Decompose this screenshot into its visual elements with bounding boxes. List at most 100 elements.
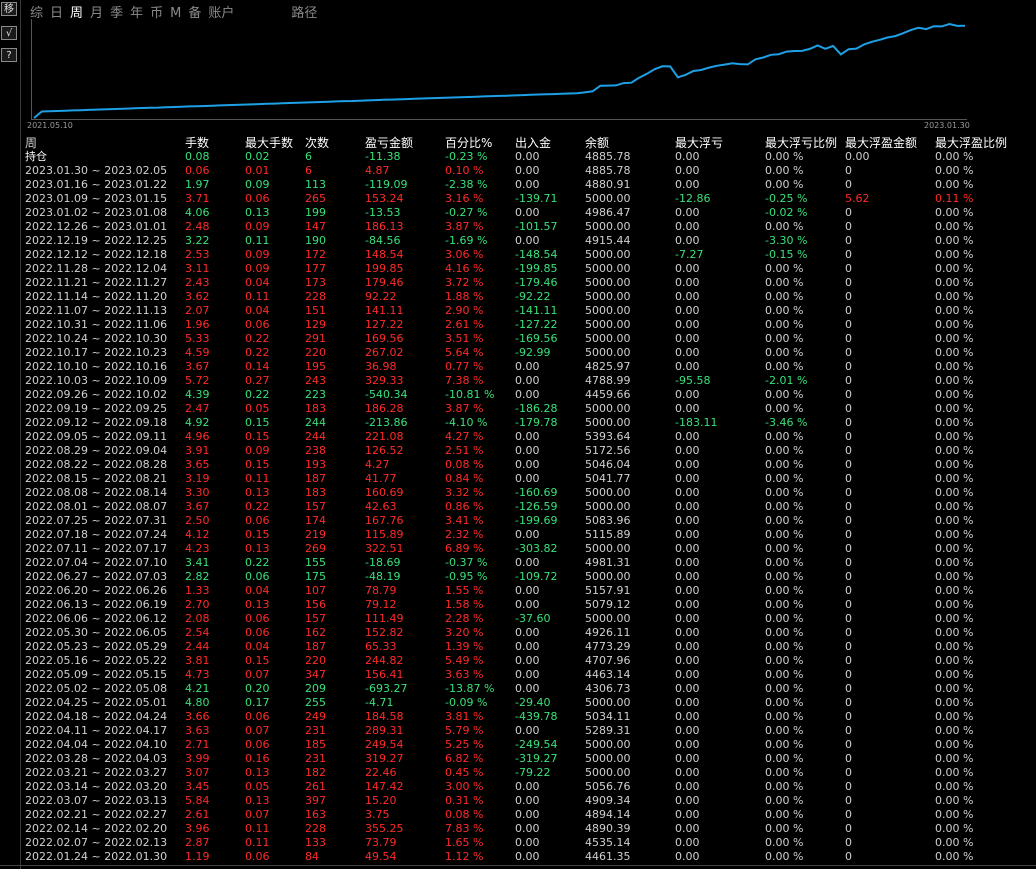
table-cell: 0.00: [515, 598, 540, 611]
table-cell: 2.90 %: [445, 304, 484, 317]
tab-6[interactable]: 币: [150, 2, 163, 21]
tab-10[interactable]: 路径: [291, 2, 317, 21]
tab-2[interactable]: 周: [70, 2, 83, 21]
table-cell: 172: [305, 248, 326, 261]
table-row[interactable]: 2023.01.09 ~ 2023.01.15 3.71 0.06 265 153.24…: [0, 192, 1036, 206]
table-row[interactable]: 2022.11.28 ~ 2022.12.04 3.11 0.09 177 199.85…: [0, 262, 1036, 276]
table-row[interactable]: 2022.11.07 ~ 2022.11.13 2.07 0.04 151 141.11…: [0, 304, 1036, 318]
tab-9[interactable]: 账户: [208, 2, 234, 21]
table-row[interactable]: 2022.11.14 ~ 2022.11.20 3.62 0.11 228 92.22 1…: [0, 290, 1036, 304]
table-cell: 0: [845, 612, 852, 625]
table-row[interactable]: 2022.03.28 ~ 2022.04.03 3.99 0.16 231 319.27…: [0, 752, 1036, 766]
table-row[interactable]: 2022.03.21 ~ 2022.03.27 3.07 0.13 182 22.46 0…: [0, 766, 1036, 780]
tab-7[interactable]: M: [170, 6, 181, 21]
table-cell: -439.78: [515, 710, 558, 723]
table-cell: 5000.00: [585, 290, 631, 303]
table-cell: 0.00 %: [935, 346, 974, 359]
table-row[interactable]: 2022.10.03 ~ 2022.10.09 5.72 0.27 243 329.33…: [0, 374, 1036, 388]
tab-3[interactable]: 月: [90, 2, 103, 21]
table-row[interactable]: 2022.04.25 ~ 2022.05.01 4.80 0.17 255 -4.71 -…: [0, 696, 1036, 710]
holding-cell: 持仓: [25, 150, 47, 163]
table-cell: 0: [845, 836, 852, 849]
tab-5[interactable]: 年: [130, 2, 143, 21]
table-row[interactable]: 2022.06.27 ~ 2022.07.03 2.82 0.06 175 -48.19…: [0, 570, 1036, 584]
check-button[interactable]: √: [1, 26, 17, 40]
move-button[interactable]: 移: [1, 2, 17, 16]
table-cell: 0.00 %: [935, 850, 974, 863]
table-cell: 4.39: [185, 388, 210, 401]
table-row[interactable]: 2022.08.22 ~ 2022.08.28 3.65 0.15 193 4.27 0.…: [0, 458, 1036, 472]
table-row[interactable]: 2022.10.10 ~ 2022.10.16 3.67 0.14 195 36.98 0…: [0, 360, 1036, 374]
table-cell: 36.98: [365, 360, 397, 373]
table-row[interactable]: 2022.07.11 ~ 2022.07.17 4.23 0.13 269 322.51…: [0, 542, 1036, 556]
table-row[interactable]: 2022.01.24 ~ 2022.01.30 1.19 0.06 84 49.54 1.…: [0, 850, 1036, 864]
table-row[interactable]: 2022.12.12 ~ 2022.12.18 2.53 0.09 172 148.54…: [0, 248, 1036, 262]
table-row[interactable]: 2022.07.18 ~ 2022.07.24 4.12 0.15 219 115.89…: [0, 528, 1036, 542]
table-row[interactable]: 2022.05.09 ~ 2022.05.15 4.73 0.07 347 156.41…: [0, 668, 1036, 682]
table-row[interactable]: 2022.05.02 ~ 2022.05.08 4.21 0.20 209 -693.2…: [0, 682, 1036, 696]
table-row[interactable]: 2022.07.25 ~ 2022.07.31 2.50 0.06 174 167.76…: [0, 514, 1036, 528]
table-cell: 0.06: [245, 612, 270, 625]
table-row[interactable]: 2022.04.04 ~ 2022.04.10 2.71 0.06 185 249.54…: [0, 738, 1036, 752]
table-cell: 3.87 %: [445, 402, 484, 415]
table-cell: -0.02 %: [765, 206, 808, 219]
table-row[interactable]: 2022.04.11 ~ 2022.04.17 3.63 0.07 231 289.31…: [0, 724, 1036, 738]
equity-curve-chart: [31, 20, 968, 120]
table-row[interactable]: 2022.08.01 ~ 2022.08.07 3.67 0.22 157 42.63 0…: [0, 500, 1036, 514]
table-row[interactable]: 2022.09.26 ~ 2022.10.02 4.39 0.22 223 -540.3…: [0, 388, 1036, 402]
table-row[interactable]: 2022.02.14 ~ 2022.02.20 3.96 0.11 228 355.25…: [0, 822, 1036, 836]
table-row[interactable]: 2023.01.02 ~ 2023.01.08 4.06 0.13 199 -13.53…: [0, 206, 1036, 220]
table-row[interactable]: 2022.06.20 ~ 2022.06.26 1.33 0.04 107 78.79 1…: [0, 584, 1036, 598]
table-row[interactable]: 2022.12.19 ~ 2022.12.25 3.22 0.11 190 -84.56…: [0, 234, 1036, 248]
table-cell: 0.00 %: [935, 626, 974, 639]
table-cell: 0.13: [245, 766, 270, 779]
table-row[interactable]: 2022.04.18 ~ 2022.04.24 3.66 0.06 249 184.58…: [0, 710, 1036, 724]
holding-row[interactable]: 持仓 0.08 0.02 6 -11.38 -0.23 % 0.00 4885.78 0.00 0…: [0, 150, 1036, 164]
table-cell: 1.65 %: [445, 836, 484, 849]
table-row[interactable]: 2022.09.05 ~ 2022.09.11 4.96 0.15 244 221.08…: [0, 430, 1036, 444]
table-cell: 183: [305, 486, 326, 499]
table-row[interactable]: 2022.09.19 ~ 2022.09.25 2.47 0.05 183 186.28…: [0, 402, 1036, 416]
table-row[interactable]: 2022.10.31 ~ 2022.11.06 1.96 0.06 129 127.22…: [0, 318, 1036, 332]
table-cell: 0: [845, 766, 852, 779]
table-row[interactable]: 2022.11.21 ~ 2022.11.27 2.43 0.04 173 179.46…: [0, 276, 1036, 290]
table-cell: 4.92: [185, 416, 210, 429]
table-row[interactable]: 2022.03.07 ~ 2022.03.13 5.84 0.13 397 15.20 0…: [0, 794, 1036, 808]
table-row[interactable]: 2022.06.13 ~ 2022.06.19 2.70 0.13 156 79.12 1…: [0, 598, 1036, 612]
table-row[interactable]: 2022.12.26 ~ 2023.01.01 2.48 0.09 147 186.13…: [0, 220, 1036, 234]
table-row[interactable]: 2023.01.16 ~ 2023.01.22 1.97 0.09 113 -119.0…: [0, 178, 1036, 192]
table-row[interactable]: 2023.01.30 ~ 2023.02.05 0.06 0.01 6 4.87 0.10…: [0, 164, 1036, 178]
table-row[interactable]: 2022.09.12 ~ 2022.09.18 4.92 0.15 244 -213.8…: [0, 416, 1036, 430]
table-row[interactable]: 2022.06.06 ~ 2022.06.12 2.08 0.06 157 111.49…: [0, 612, 1036, 626]
table-cell: 0.16: [245, 752, 270, 765]
table-cell: 5000.00: [585, 304, 631, 317]
table-row[interactable]: 2022.08.15 ~ 2022.08.21 3.19 0.11 187 41.77 0…: [0, 472, 1036, 486]
table-cell: 113: [305, 178, 326, 191]
table-cell: 1.39 %: [445, 640, 484, 653]
table-row[interactable]: 2022.05.16 ~ 2022.05.22 3.81 0.15 220 244.82…: [0, 654, 1036, 668]
table-row[interactable]: 2022.10.17 ~ 2022.10.23 4.59 0.22 220 267.02…: [0, 346, 1036, 360]
table-cell: 0.00 %: [935, 430, 974, 443]
tab-0[interactable]: 综: [30, 2, 43, 21]
table-row[interactable]: 2022.08.29 ~ 2022.09.04 3.91 0.09 238 126.52…: [0, 444, 1036, 458]
table-cell: 0: [845, 164, 852, 177]
tab-1[interactable]: 日: [50, 2, 63, 21]
tab-8[interactable]: 备: [188, 2, 201, 21]
table-cell: 2.32 %: [445, 528, 484, 541]
table-row[interactable]: 2022.10.24 ~ 2022.10.30 5.33 0.22 291 169.56…: [0, 332, 1036, 346]
table-row[interactable]: 2022.08.08 ~ 2022.08.14 3.30 0.13 183 160.69…: [0, 486, 1036, 500]
table-cell: -169.56: [515, 332, 558, 345]
help-button[interactable]: ?: [1, 48, 17, 62]
table-row[interactable]: 2022.03.14 ~ 2022.03.20 3.45 0.05 261 147.42…: [0, 780, 1036, 794]
table-cell: 2022.08.22 ~ 2022.08.28: [25, 458, 168, 471]
table-cell: 0.00: [675, 388, 700, 401]
table-row[interactable]: 2022.05.30 ~ 2022.06.05 2.54 0.06 162 152.82…: [0, 626, 1036, 640]
table-cell: 4981.31: [585, 556, 631, 569]
table-row[interactable]: 2022.02.07 ~ 2022.02.13 2.87 0.11 133 73.79 1…: [0, 836, 1036, 850]
table-row[interactable]: 2022.02.21 ~ 2022.02.27 2.61 0.07 163 3.75 0.…: [0, 808, 1036, 822]
table-row[interactable]: 2022.07.04 ~ 2022.07.10 3.41 0.22 155 -18.69…: [0, 556, 1036, 570]
table-cell: 0.00: [675, 262, 700, 275]
tab-4[interactable]: 季: [110, 2, 123, 21]
table-cell: 2022.06.13 ~ 2022.06.19: [25, 598, 168, 611]
table-row[interactable]: 2022.05.23 ~ 2022.05.29 2.44 0.04 187 65.33 1…: [0, 640, 1036, 654]
